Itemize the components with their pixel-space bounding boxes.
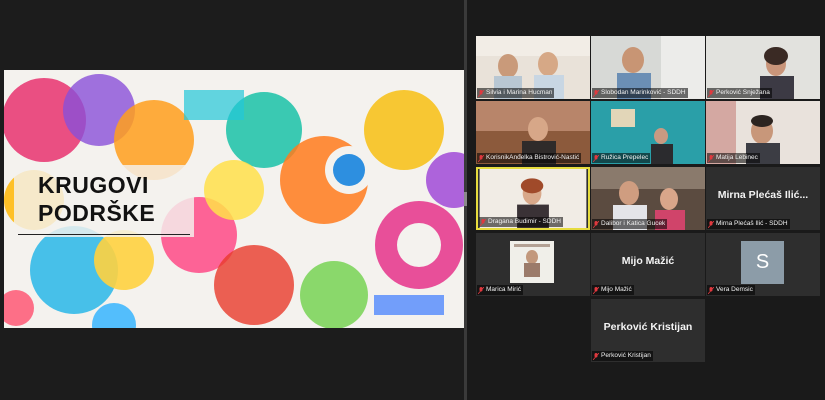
slide-title-line1: KRUGOVI <box>38 172 149 198</box>
participant-name: Ružica Prepelec <box>601 154 649 161</box>
participant-tile[interactable]: Ružica Prepelec <box>591 101 705 164</box>
participant-name: Perković Kristijan <box>601 352 651 359</box>
participant-display-name: Perković Kristijan <box>603 321 693 333</box>
participant-name: KorisnikAnđelka Bistrović-Nastić <box>486 154 580 161</box>
participant-name: Matija Lebinec <box>716 154 758 161</box>
shared-slide: KRUGOVI PODRŠKE <box>4 70 464 328</box>
muted-mic-icon <box>480 218 486 226</box>
avatar: S <box>741 241 784 284</box>
participant-tile-no-video[interactable]: Perković Kristijan Perković Kristijan <box>591 299 705 362</box>
participant-name: Slobodan Marinković - SDDH <box>601 89 686 96</box>
muted-mic-icon <box>593 352 599 360</box>
participant-tile[interactable]: Silvia i Marina Hucman <box>476 36 590 99</box>
participant-tile[interactable]: Matija Lebinec <box>706 101 820 164</box>
participant-tile-no-video[interactable]: S Vera Demsic <box>706 233 820 296</box>
participant-tile-no-video[interactable]: Mirna Plećaš Ilić... Mirna Plećaš Ilić -… <box>706 167 820 230</box>
participant-tile[interactable]: Dalibor i Katica Gucek <box>591 167 705 230</box>
participant-name: Perković Snježana <box>716 89 770 96</box>
participant-name: Vera Demsic <box>716 286 753 293</box>
slide-title: KRUGOVI PODRŠKE <box>38 171 155 227</box>
profile-picture-graphic <box>510 241 554 283</box>
participant-tile[interactable]: Slobodan Marinković - SDDH <box>591 36 705 99</box>
muted-mic-icon <box>593 286 599 294</box>
participant-tile-active-speaker[interactable]: Dragana Budimir - SDDH <box>476 167 590 230</box>
slide-underline <box>18 234 190 235</box>
participant-tile[interactable]: Marica Mirić <box>476 233 590 296</box>
gallery-view: Silvia i Marina Hucman Slobodan Marinkov… <box>470 0 825 400</box>
participant-name: Dragana Budimir - SDDH <box>488 218 561 225</box>
participant-display-name: Mirna Plećaš Ilić... <box>717 189 809 201</box>
divider-handle[interactable] <box>464 192 467 206</box>
slide-title-line2: PODRŠKE <box>38 200 156 226</box>
muted-mic-icon <box>593 220 599 228</box>
muted-mic-icon <box>708 286 714 294</box>
participant-name: Dalibor i Katica Gucek <box>601 220 666 227</box>
participant-name: Marica Mirić <box>486 286 522 293</box>
muted-mic-icon <box>478 154 484 162</box>
muted-mic-icon <box>478 89 484 97</box>
profile-picture <box>510 241 554 283</box>
muted-mic-icon <box>478 286 484 294</box>
participant-name: Silvia i Marina Hucman <box>486 89 553 96</box>
muted-mic-icon <box>708 220 714 228</box>
muted-mic-icon <box>708 89 714 97</box>
participant-name: Mijo Mažić <box>601 286 632 293</box>
participant-tile[interactable]: KorisnikAnđelka Bistrović-Nastić <box>476 101 590 164</box>
participant-tile-no-video[interactable]: Mijo Mažić Mijo Mažić <box>591 233 705 296</box>
muted-mic-icon <box>593 89 599 97</box>
participant-name: Mirna Plećaš Ilić - SDDH <box>716 220 788 227</box>
participant-tile[interactable]: Perković Snježana <box>706 36 820 99</box>
muted-mic-icon <box>593 154 599 162</box>
participant-display-name: Mijo Mažić <box>621 255 675 267</box>
muted-mic-icon <box>708 154 714 162</box>
screen-share-pane: KRUGOVI PODRŠKE <box>0 0 464 400</box>
